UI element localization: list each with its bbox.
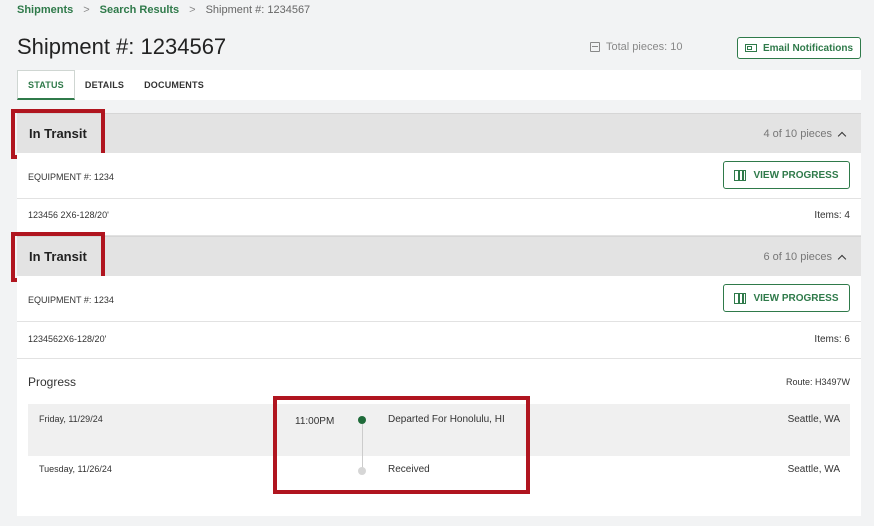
highlight-box [11, 109, 105, 159]
highlight-box [11, 232, 105, 282]
equipment-row-1: EQUIPMENT #: 1234 VIEW PROGRESS [17, 153, 861, 199]
chevron-up-icon[interactable] [837, 131, 847, 140]
email-notifications-label: Email Notifications [762, 42, 853, 54]
group-header-1[interactable]: In Transit 4 of 10 pieces [17, 113, 861, 153]
item-count: Items: 6 [814, 334, 850, 345]
timeline-date: Tuesday, 11/26/24 [39, 464, 112, 474]
equipment-number: EQUIPMENT #: 1234 [28, 172, 114, 182]
email-notifications-button[interactable]: Email Notifications [737, 37, 861, 59]
timeline-location: Seattle, WA [787, 464, 840, 475]
item-description: 123456 2X6-128/20' [28, 210, 109, 220]
tab-bar: STATUS DETAILS DOCUMENTS [17, 70, 861, 100]
tab-documents[interactable]: DOCUMENTS [134, 70, 214, 100]
view-progress-button[interactable]: VIEW PROGRESS [723, 284, 850, 312]
breadcrumb-current: Shipment #: 1234567 [205, 4, 311, 16]
total-pieces: Total pieces: 10 [590, 41, 682, 53]
group-pieces: 6 of 10 pieces [763, 251, 847, 263]
item-count: Items: 4 [814, 210, 850, 221]
timeline-location: Seattle, WA [787, 414, 840, 425]
view-progress-button[interactable]: VIEW PROGRESS [723, 161, 850, 189]
group-pieces: 4 of 10 pieces [763, 128, 847, 140]
breadcrumb-separator: > [189, 4, 196, 16]
tab-status[interactable]: STATUS [17, 70, 75, 100]
group-pieces-label: 6 of 10 pieces [763, 251, 833, 263]
equipment-row-2: EQUIPMENT #: 1234 VIEW PROGRESS [17, 276, 861, 322]
equipment-number: EQUIPMENT #: 1234 [28, 295, 114, 305]
group-header-2[interactable]: In Transit 6 of 10 pieces [17, 236, 861, 276]
route-label: Route: H3497W [785, 377, 850, 387]
group-pieces-label: 4 of 10 pieces [763, 128, 833, 140]
page-title: Shipment #: 1234567 [17, 34, 227, 59]
breadcrumb-shipments[interactable]: Shipments [17, 4, 73, 16]
map-icon [734, 292, 747, 304]
breadcrumb-separator: > [83, 4, 90, 16]
chevron-up-icon[interactable] [837, 254, 847, 263]
view-progress-label: VIEW PROGRESS [753, 292, 839, 304]
highlight-box [273, 396, 530, 494]
tab-details[interactable]: DETAILS [75, 70, 134, 100]
item-row-2: 1234562X6-128/20' Items: 6 [17, 322, 861, 359]
map-icon [734, 169, 747, 181]
notification-card-icon [744, 44, 757, 52]
view-progress-label: VIEW PROGRESS [753, 169, 839, 181]
item-row-1: 123456 2X6-128/20' Items: 4 [17, 199, 861, 236]
timeline-date: Friday, 11/29/24 [39, 414, 103, 424]
breadcrumb-search-results[interactable]: Search Results [100, 4, 179, 16]
box-icon [590, 42, 600, 52]
item-description: 1234562X6-128/20' [28, 334, 107, 344]
breadcrumb: Shipments > Search Results > Shipment #:… [17, 4, 310, 16]
progress-title: Progress [28, 375, 77, 389]
total-pieces-label: Total pieces: 10 [606, 41, 683, 53]
